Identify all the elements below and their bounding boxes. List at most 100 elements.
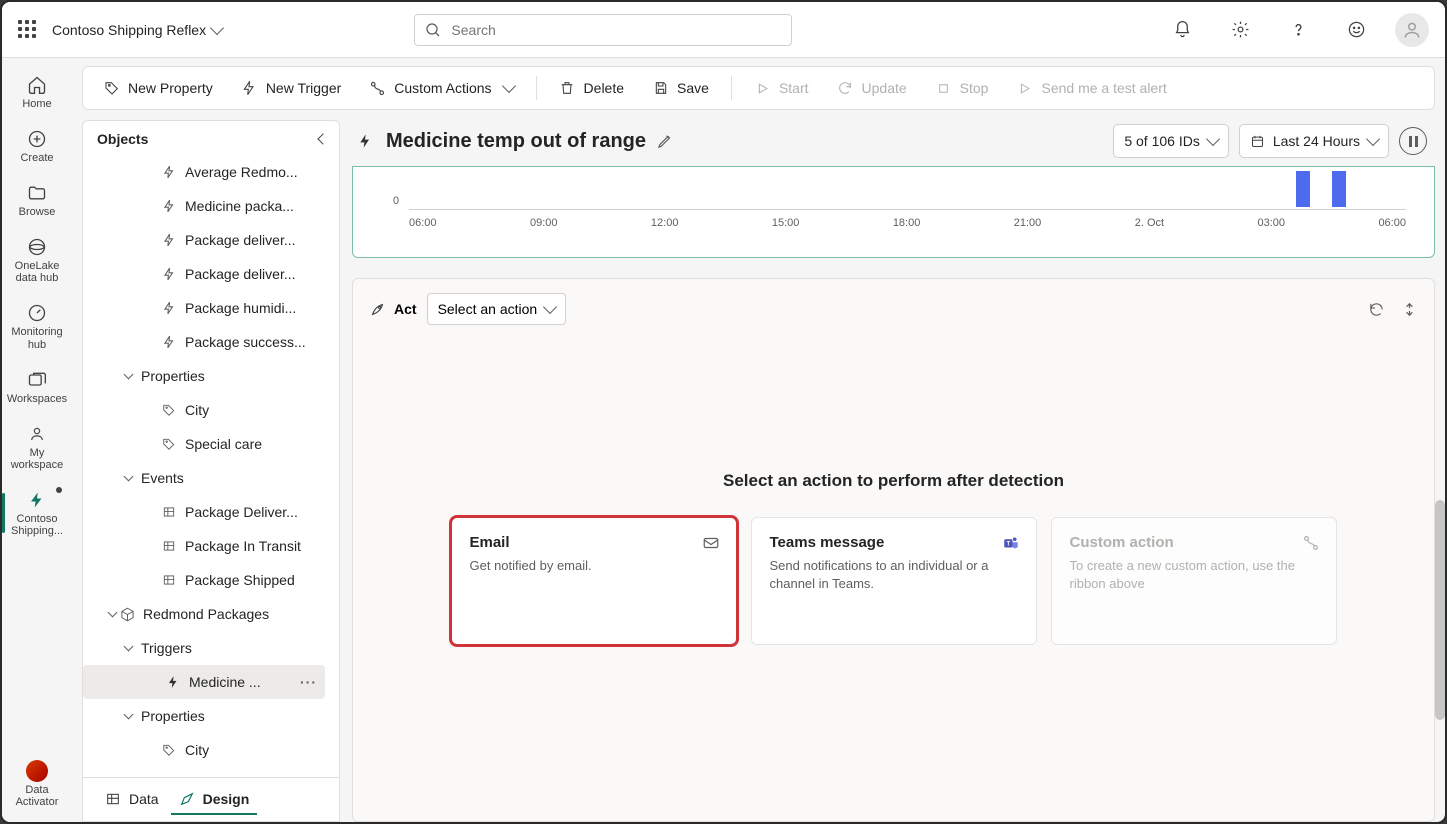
expander-icon[interactable] bbox=[121, 471, 135, 485]
table-icon bbox=[105, 791, 121, 807]
ids-filter-pill[interactable]: 5 of 106 IDs bbox=[1113, 124, 1229, 158]
tree-item[interactable]: Special care bbox=[83, 427, 325, 461]
new-property-button[interactable]: New Property bbox=[91, 72, 225, 104]
act-body: Select an action to perform after detect… bbox=[369, 325, 1418, 791]
tree-item[interactable]: Package success... bbox=[83, 325, 325, 359]
tree-item[interactable]: City bbox=[83, 733, 325, 767]
undo-icon[interactable] bbox=[1368, 301, 1385, 318]
editor-title-row: Medicine temp out of range 5 of 106 IDs … bbox=[352, 120, 1435, 158]
expander-icon[interactable] bbox=[121, 709, 135, 723]
tree-item[interactable]: Medicine ... ··· bbox=[83, 665, 325, 699]
detection-chart: 0 06:0009:0012:0015:0018:0021:002. Oct03… bbox=[352, 166, 1435, 258]
feedback-button[interactable] bbox=[1337, 11, 1375, 49]
rail-workspaces[interactable]: Workspaces bbox=[6, 363, 68, 411]
bolt-icon bbox=[161, 300, 177, 316]
rail-browse[interactable]: Browse bbox=[6, 176, 68, 224]
tree-item[interactable]: Package deliver... bbox=[83, 223, 325, 257]
trigger-type-icon bbox=[354, 130, 376, 152]
tab-data[interactable]: Data bbox=[97, 785, 167, 815]
table-icon bbox=[161, 572, 177, 588]
objects-header: Objects bbox=[83, 121, 339, 155]
tree-item[interactable]: Medicine packa... bbox=[83, 189, 325, 223]
delete-button[interactable]: Delete bbox=[547, 72, 636, 104]
notifications-button[interactable] bbox=[1163, 11, 1201, 49]
bottom-tabs: Data Design bbox=[83, 777, 339, 821]
play-outline-icon bbox=[1016, 80, 1033, 97]
save-icon bbox=[652, 80, 669, 97]
bolt-icon bbox=[161, 266, 177, 282]
main-area: New Property New Trigger Custom Actions … bbox=[72, 58, 1445, 822]
tree-group-header[interactable]: Redmond Packages bbox=[83, 597, 325, 631]
tag-icon bbox=[161, 436, 177, 452]
tree-item[interactable]: City bbox=[83, 393, 325, 427]
test-alert-button: Send me a test alert bbox=[1004, 72, 1178, 104]
tree-group-header[interactable]: Triggers bbox=[83, 631, 325, 665]
search-input[interactable] bbox=[449, 21, 781, 39]
svg-text:T: T bbox=[1006, 541, 1010, 547]
app-launcher-icon[interactable] bbox=[18, 20, 38, 40]
design-icon bbox=[179, 791, 195, 807]
editor-scrollbar[interactable] bbox=[1435, 120, 1445, 822]
tree-item-label: Package Shipped bbox=[185, 572, 295, 588]
select-action-dropdown[interactable]: Select an action bbox=[427, 293, 567, 325]
card-desc: Get notified by email. bbox=[470, 557, 718, 575]
tree-item-label: Properties bbox=[141, 708, 205, 724]
tree-item[interactable]: Package Deliver... bbox=[83, 495, 325, 529]
cube-icon bbox=[119, 606, 135, 622]
expander-icon[interactable] bbox=[121, 641, 135, 655]
bell-icon bbox=[1173, 20, 1192, 39]
person-icon bbox=[1402, 20, 1422, 40]
left-navigation-rail: Home Create Browse OneLake data hub Moni… bbox=[2, 58, 72, 822]
new-trigger-button[interactable]: New Trigger bbox=[229, 72, 353, 104]
tree-item[interactable]: Package deliver... bbox=[83, 257, 325, 291]
rail-create[interactable]: Create bbox=[6, 122, 68, 170]
rail-current-workspace[interactable]: Contoso Shipping... bbox=[6, 483, 68, 543]
table-icon bbox=[161, 538, 177, 554]
rail-data-activator[interactable]: Data Activator bbox=[6, 754, 68, 814]
rail-onelake[interactable]: OneLake data hub bbox=[6, 230, 68, 290]
settings-button[interactable] bbox=[1221, 11, 1259, 49]
edit-title-button[interactable] bbox=[656, 132, 674, 150]
tree-item[interactable]: Average Redmo... bbox=[83, 155, 325, 189]
tree-item-label: Package deliver... bbox=[185, 266, 296, 282]
tree-item-label: Medicine ... bbox=[189, 674, 261, 690]
table-icon bbox=[161, 504, 177, 520]
search-box[interactable] bbox=[414, 14, 792, 46]
tree-group-header[interactable]: Properties bbox=[83, 359, 325, 393]
help-button[interactable] bbox=[1279, 11, 1317, 49]
tree-item-label: Medicine packa... bbox=[185, 198, 294, 214]
app-window: Contoso Shipping Reflex Home Create Brow… bbox=[0, 0, 1447, 824]
search-icon bbox=[425, 22, 441, 38]
tree-group-header[interactable]: Properties bbox=[83, 699, 325, 733]
rail-monitoring[interactable]: Monitoring hub bbox=[6, 296, 68, 356]
card-title: Custom action bbox=[1070, 534, 1318, 551]
tag-icon bbox=[161, 742, 177, 758]
more-options-icon[interactable]: ··· bbox=[292, 674, 325, 690]
tree-item[interactable]: Package humidi... bbox=[83, 291, 325, 325]
expander-icon[interactable] bbox=[105, 607, 119, 621]
action-card-email[interactable]: Email Get notified by email. bbox=[451, 517, 737, 645]
rail-my-workspace[interactable]: My workspace bbox=[6, 417, 68, 477]
objects-tree[interactable]: Average Redmo... Medicine packa... Package… bbox=[83, 155, 339, 777]
unsaved-dot-icon bbox=[56, 487, 62, 493]
tree-group-header[interactable]: Events bbox=[83, 461, 325, 495]
pause-button[interactable] bbox=[1399, 127, 1427, 155]
tree-item[interactable]: Package In Transit bbox=[83, 529, 325, 563]
expander-icon[interactable] bbox=[121, 369, 135, 383]
breadcrumb[interactable]: Contoso Shipping Reflex bbox=[52, 22, 222, 38]
header-actions bbox=[1163, 11, 1429, 49]
collapse-panel-icon[interactable] bbox=[317, 133, 328, 144]
save-button[interactable]: Save bbox=[640, 72, 721, 104]
separator bbox=[731, 76, 732, 100]
user-avatar[interactable] bbox=[1395, 13, 1429, 47]
custom-actions-button[interactable]: Custom Actions bbox=[357, 72, 525, 104]
collapse-icon[interactable] bbox=[1401, 301, 1418, 318]
tree-item-label: Triggers bbox=[141, 640, 192, 656]
action-card-teams[interactable]: Teams message Send notifications to an i… bbox=[751, 517, 1037, 645]
content-row: Objects Average Redmo... Medicine packa..… bbox=[82, 120, 1435, 822]
time-range-pill[interactable]: Last 24 Hours bbox=[1239, 124, 1389, 158]
mail-icon bbox=[702, 534, 720, 552]
tab-design[interactable]: Design bbox=[171, 785, 258, 815]
tree-item[interactable]: Package Shipped bbox=[83, 563, 325, 597]
rail-home[interactable]: Home bbox=[6, 68, 68, 116]
